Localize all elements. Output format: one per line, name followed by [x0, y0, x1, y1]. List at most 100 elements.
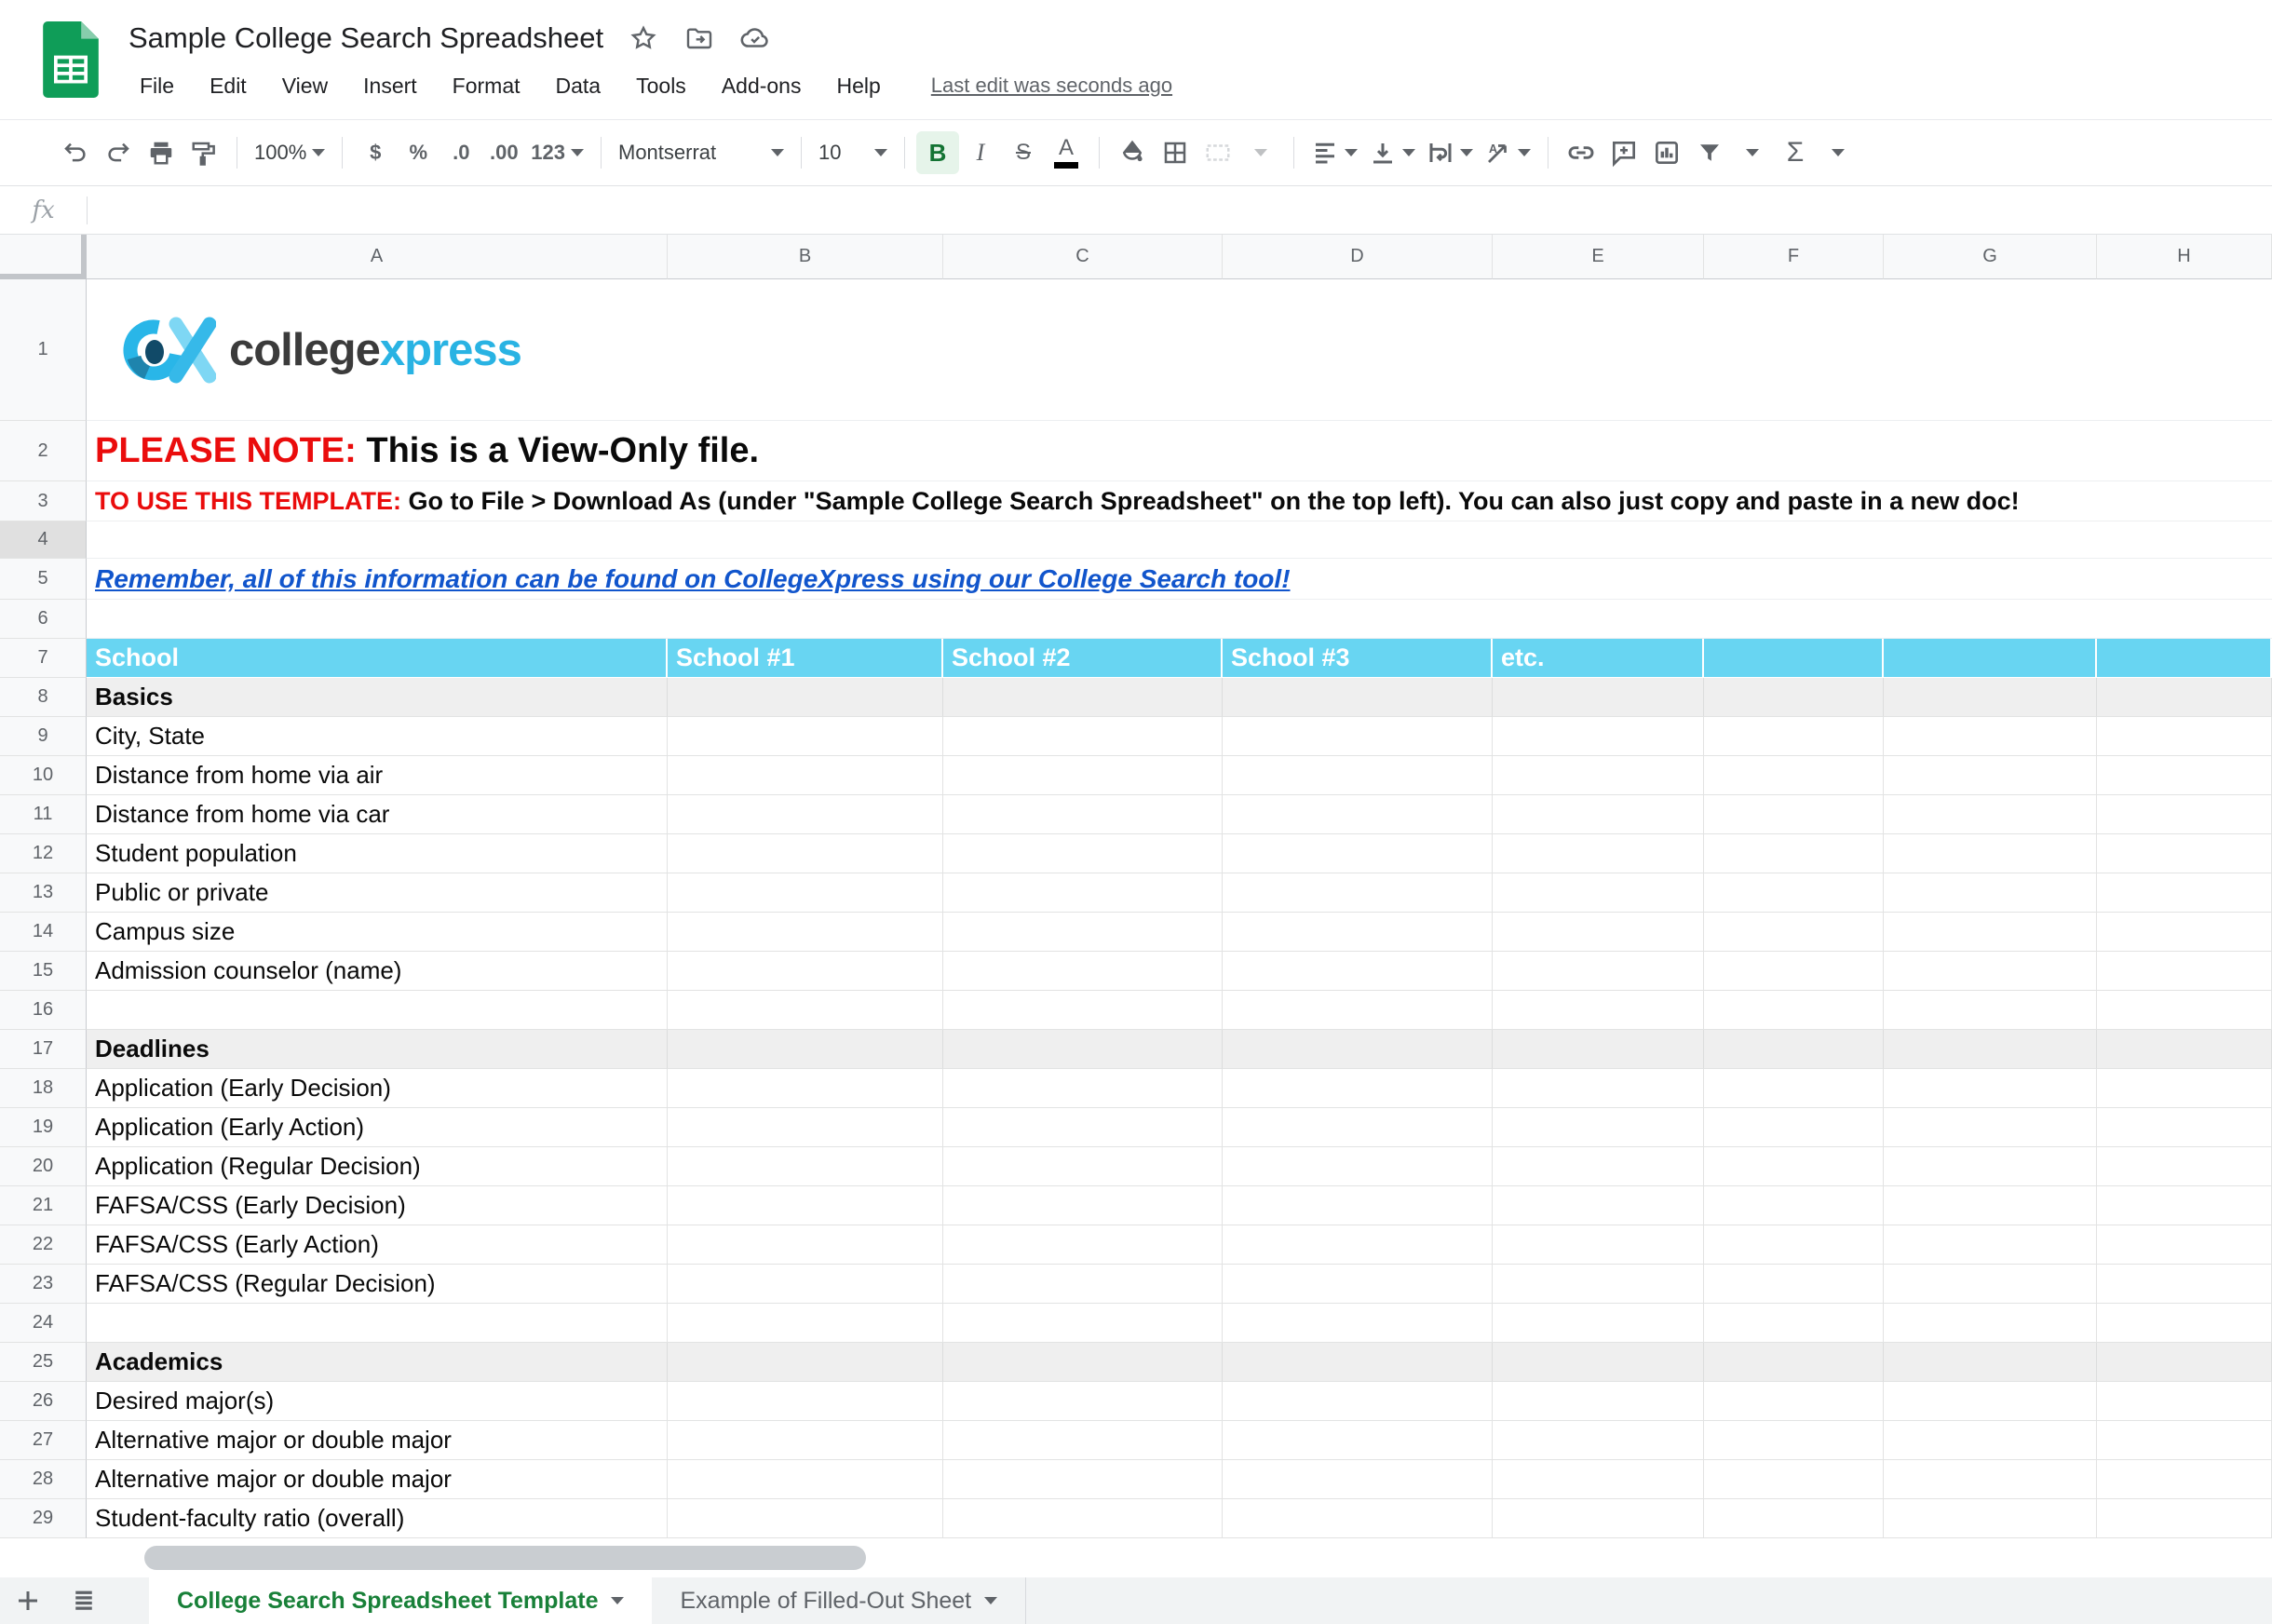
cell-E22[interactable] — [1493, 1225, 1704, 1265]
cell-H7[interactable] — [2097, 639, 2272, 678]
row-header-8[interactable]: 8 — [0, 678, 87, 717]
cell-F17[interactable] — [1704, 1030, 1884, 1069]
cell-H28[interactable] — [2097, 1460, 2272, 1499]
row-header-19[interactable]: 19 — [0, 1108, 87, 1147]
cell-C20[interactable] — [943, 1147, 1223, 1186]
row-header-13[interactable]: 13 — [0, 873, 87, 913]
cell-D12[interactable] — [1223, 834, 1493, 873]
cell-A4[interactable] — [87, 521, 2272, 559]
cell-B22[interactable] — [668, 1225, 943, 1265]
filter-button[interactable] — [1688, 131, 1731, 174]
cell-C24[interactable] — [943, 1304, 1223, 1343]
cell-D26[interactable] — [1223, 1382, 1493, 1421]
undo-button[interactable] — [54, 131, 97, 174]
cell-D28[interactable] — [1223, 1460, 1493, 1499]
cell-E11[interactable] — [1493, 795, 1704, 834]
row-header-18[interactable]: 18 — [0, 1069, 87, 1108]
format-percent-button[interactable]: % — [397, 131, 440, 174]
row-header-21[interactable]: 21 — [0, 1186, 87, 1225]
row-header-4[interactable]: 4 — [0, 521, 87, 559]
cell-A6[interactable] — [87, 600, 2272, 639]
cell-B9[interactable] — [668, 717, 943, 756]
cell-G28[interactable] — [1884, 1460, 2097, 1499]
cell-B16[interactable] — [668, 991, 943, 1030]
cell-G21[interactable] — [1884, 1186, 2097, 1225]
cell-F19[interactable] — [1704, 1108, 1884, 1147]
cell-G14[interactable] — [1884, 913, 2097, 952]
row-header-16[interactable]: 16 — [0, 991, 87, 1030]
cell-B14[interactable] — [668, 913, 943, 952]
menu-insert[interactable]: Insert — [352, 68, 428, 104]
cell-E18[interactable] — [1493, 1069, 1704, 1108]
cell-A23[interactable]: FAFSA/CSS (Regular Decision) — [87, 1265, 668, 1304]
cell-G27[interactable] — [1884, 1421, 2097, 1460]
row-header-9[interactable]: 9 — [0, 717, 87, 756]
row-header-15[interactable]: 15 — [0, 952, 87, 991]
font-size-select[interactable]: 10 — [813, 131, 893, 174]
cell-H21[interactable] — [2097, 1186, 2272, 1225]
cell-H14[interactable] — [2097, 913, 2272, 952]
cell-C28[interactable] — [943, 1460, 1223, 1499]
print-button[interactable] — [140, 131, 183, 174]
cell-E19[interactable] — [1493, 1108, 1704, 1147]
cell-E15[interactable] — [1493, 952, 1704, 991]
menu-edit[interactable]: Edit — [198, 68, 258, 104]
cell-F27[interactable] — [1704, 1421, 1884, 1460]
row-header-3[interactable]: 3 — [0, 481, 87, 521]
column-header-H[interactable]: H — [2097, 235, 2272, 279]
cell-A9[interactable]: City, State — [87, 717, 668, 756]
cell-C10[interactable] — [943, 756, 1223, 795]
row-header-10[interactable]: 10 — [0, 756, 87, 795]
cell-F9[interactable] — [1704, 717, 1884, 756]
cell-A28[interactable]: Alternative major or double major — [87, 1460, 668, 1499]
cell-B12[interactable] — [668, 834, 943, 873]
cell-H8[interactable] — [2097, 678, 2272, 717]
column-header-E[interactable]: E — [1493, 235, 1704, 279]
cell-G8[interactable] — [1884, 678, 2097, 717]
cell-B18[interactable] — [668, 1069, 943, 1108]
row-header-25[interactable]: 25 — [0, 1343, 87, 1382]
cell-A3[interactable]: TO USE THIS TEMPLATE: Go to File > Downl… — [87, 481, 2272, 521]
star-icon[interactable] — [628, 22, 659, 54]
filter-dropdown[interactable] — [1731, 131, 1774, 174]
insert-comment-button[interactable] — [1603, 131, 1645, 174]
cell-B25[interactable] — [668, 1343, 943, 1382]
row-header-5[interactable]: 5 — [0, 559, 87, 600]
move-to-folder-icon[interactable] — [683, 22, 715, 54]
cell-D24[interactable] — [1223, 1304, 1493, 1343]
cell-E28[interactable] — [1493, 1460, 1704, 1499]
cell-D29[interactable] — [1223, 1499, 1493, 1538]
cell-A29[interactable]: Student-faculty ratio (overall) — [87, 1499, 668, 1538]
cell-H16[interactable] — [2097, 991, 2272, 1030]
cell-A20[interactable]: Application (Regular Decision) — [87, 1147, 668, 1186]
horizontal-scrollbar[interactable] — [144, 1546, 866, 1570]
cell-A16[interactable] — [87, 991, 668, 1030]
cell-D10[interactable] — [1223, 756, 1493, 795]
paint-format-button[interactable] — [183, 131, 225, 174]
row-header-2[interactable]: 2 — [0, 421, 87, 481]
increase-decimal-button[interactable]: .00 — [482, 131, 525, 174]
cell-D17[interactable] — [1223, 1030, 1493, 1069]
cell-D21[interactable] — [1223, 1186, 1493, 1225]
cell-A11[interactable]: Distance from home via car — [87, 795, 668, 834]
cell-C17[interactable] — [943, 1030, 1223, 1069]
cell-G26[interactable] — [1884, 1382, 2097, 1421]
redo-button[interactable] — [97, 131, 140, 174]
cell-G17[interactable] — [1884, 1030, 2097, 1069]
menu-data[interactable]: Data — [545, 68, 613, 104]
cell-E9[interactable] — [1493, 717, 1704, 756]
menu-tools[interactable]: Tools — [625, 68, 697, 104]
select-all-corner[interactable] — [0, 235, 87, 279]
cell-B17[interactable] — [668, 1030, 943, 1069]
cell-A5[interactable]: Remember, all of this information can be… — [87, 559, 2272, 600]
tab-menu-caret-icon[interactable] — [611, 1597, 625, 1604]
menu-add-ons[interactable]: Add-ons — [710, 68, 813, 104]
cell-G22[interactable] — [1884, 1225, 2097, 1265]
cell-E13[interactable] — [1493, 873, 1704, 913]
last-edit-status[interactable]: Last edit was seconds ago — [931, 74, 1172, 98]
cell-F8[interactable] — [1704, 678, 1884, 717]
cell-E20[interactable] — [1493, 1147, 1704, 1186]
row-header-27[interactable]: 27 — [0, 1421, 87, 1460]
sheets-logo-icon[interactable] — [43, 21, 99, 98]
cell-F14[interactable] — [1704, 913, 1884, 952]
